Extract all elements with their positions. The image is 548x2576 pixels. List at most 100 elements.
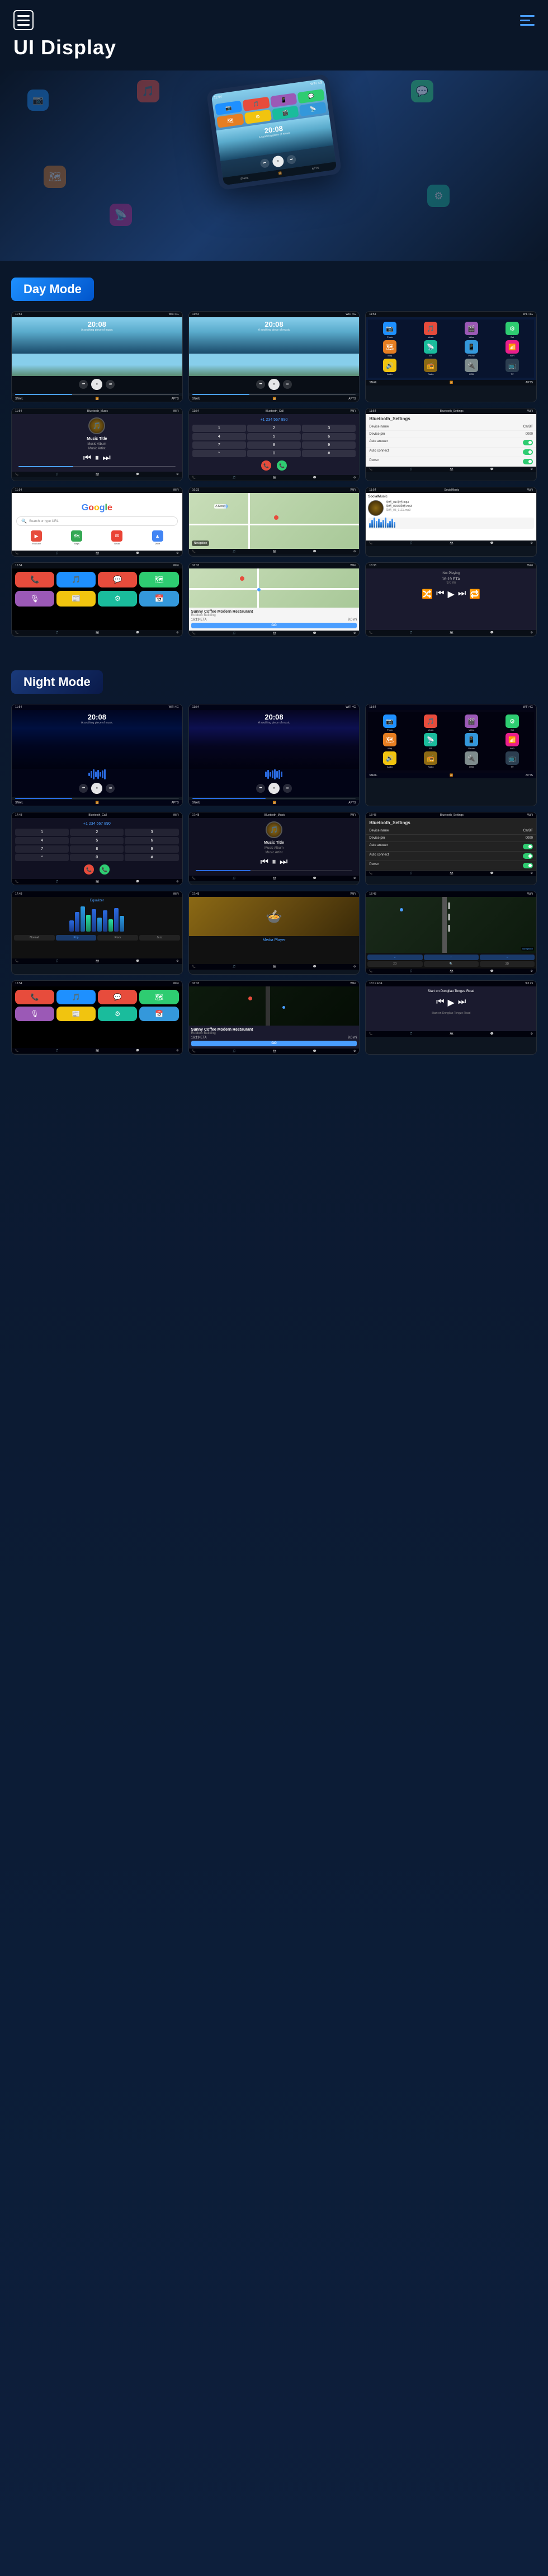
day-play-1[interactable]: ⏸ [91, 379, 102, 390]
night-cp-messages[interactable]: 💬 [98, 990, 137, 1004]
np-play[interactable]: ▶ [448, 589, 455, 600]
dial-8[interactable]: 8 [247, 441, 301, 449]
night-dial-hash[interactable]: # [125, 854, 178, 861]
night-end-call[interactable]: 📞 [84, 864, 94, 875]
cp-maps[interactable]: 🗺 [139, 572, 178, 587]
next-btn[interactable]: ⏭ [286, 154, 296, 164]
night-np-next[interactable]: ⏭ [458, 997, 466, 1008]
night-cp-maps[interactable]: 🗺 [139, 990, 178, 1004]
bt-play[interactable]: ⏸ [95, 453, 99, 463]
night-cp-phone[interactable]: 📞 [15, 990, 54, 1004]
google-app-youtube[interactable]: ▶YouTube [17, 530, 55, 545]
day-prev-1[interactable]: ⏮ [79, 380, 88, 389]
night-cp-news[interactable]: 📰 [56, 1007, 96, 1021]
night-dial-6[interactable]: 6 [125, 837, 178, 844]
night-cp-podcast[interactable]: 🎙 [15, 1007, 54, 1021]
bt-prev[interactable]: ⏮ [83, 453, 91, 463]
night-cp-music[interactable]: 🎵 [56, 990, 96, 1004]
night-prev-2[interactable]: ⏮ [256, 784, 265, 793]
cp-calendar[interactable]: 📅 [139, 591, 178, 607]
google-app-maps[interactable]: 🗺Maps [58, 530, 96, 545]
google-app-gmail[interactable]: ✉Gmail [98, 530, 136, 545]
night-cp-settings[interactable]: ⚙ [98, 1007, 137, 1021]
night-answer[interactable]: 📞 [100, 864, 110, 875]
dial-4[interactable]: 4 [192, 433, 246, 440]
auto-connect-toggle[interactable] [523, 449, 533, 455]
nav-lines-icon[interactable] [520, 15, 535, 26]
night-dial-3[interactable]: 3 [125, 829, 178, 836]
night-bt-prev[interactable]: ⏮ [261, 857, 268, 867]
night-np-play[interactable]: ▶ [448, 997, 455, 1008]
night-dial-7[interactable]: 7 [15, 845, 69, 853]
dial-6[interactable]: 6 [302, 433, 356, 440]
night-next-2[interactable]: ⏭ [283, 784, 292, 793]
google-app-drive[interactable]: ▲Drive [138, 530, 176, 545]
night-next-1[interactable]: ⏭ [106, 784, 115, 793]
end-call-btn[interactable]: 📞 [261, 460, 271, 471]
eq-preset-4[interactable]: Jazz [139, 935, 180, 941]
night-dial-1[interactable]: 1 [15, 829, 69, 836]
night-go-btn[interactable]: GO [191, 1041, 357, 1046]
night-bt-next[interactable]: ⏭ [280, 857, 287, 867]
night-play-2[interactable]: ⏸ [268, 783, 280, 794]
play-btn[interactable]: ⏸ [272, 155, 285, 168]
np-next[interactable]: ⏭ [458, 589, 466, 600]
cp-podcast[interactable]: 🎙 [15, 591, 54, 607]
prev-btn[interactable]: ⏮ [260, 158, 270, 168]
power-toggle[interactable] [523, 459, 533, 464]
dial-2[interactable]: 2 [247, 425, 301, 432]
night-bt-play[interactable]: ⏸ [272, 857, 276, 867]
night-dial-9[interactable]: 9 [125, 845, 178, 853]
np-prev[interactable]: ⏮ [436, 589, 444, 600]
cp-messages[interactable]: 💬 [98, 572, 137, 587]
day-next-1[interactable]: ⏭ [106, 380, 115, 389]
night-dial-0[interactable]: 0 [70, 854, 124, 861]
day-next-2[interactable]: ⏭ [283, 380, 292, 389]
eq-preset-3[interactable]: Rock [97, 935, 138, 941]
eq-preset-1[interactable]: Normal [14, 935, 55, 941]
map-nav-1[interactable]: ← [367, 955, 422, 960]
map-nav-4[interactable]: 2D [367, 961, 422, 967]
cp-music[interactable]: 🎵 [56, 572, 96, 587]
day-prev-2[interactable]: ⏮ [256, 380, 265, 389]
answer-btn[interactable]: 📞 [277, 460, 287, 471]
dial-9[interactable]: 9 [302, 441, 356, 449]
dial-3[interactable]: 3 [302, 425, 356, 432]
night-prev-1[interactable]: ⏮ [79, 784, 88, 793]
dial-7[interactable]: 7 [192, 441, 246, 449]
auto-answer-toggle[interactable] [523, 440, 533, 445]
dial-star[interactable]: * [192, 450, 246, 457]
np-shuffle[interactable]: 🔀 [422, 589, 433, 600]
np-repeat[interactable]: 🔁 [469, 589, 480, 600]
map-nav-5[interactable]: 🔍 [424, 961, 479, 967]
cp-phone[interactable]: 📞 [15, 572, 54, 587]
map-nav-2[interactable]: ↑ [424, 955, 479, 960]
map-nav-3[interactable]: → [480, 955, 535, 960]
social-play[interactable]: ⏸ [450, 530, 452, 537]
dial-hash[interactable]: # [302, 450, 356, 457]
dial-5[interactable]: 5 [247, 433, 301, 440]
night-auto-answer-toggle[interactable] [523, 844, 533, 849]
social-next[interactable]: ⏭ [457, 530, 462, 537]
dial-1[interactable]: 1 [192, 425, 246, 432]
night-auto-connect-toggle[interactable] [523, 853, 533, 859]
night-dial-8[interactable]: 8 [70, 845, 124, 853]
night-dial-star[interactable]: * [15, 854, 69, 861]
google-search-bar[interactable]: 🔍 Search or type URL [16, 516, 178, 526]
map-nav-6[interactable]: 3D [480, 961, 535, 967]
night-power-toggle[interactable] [523, 863, 533, 868]
cp-settings[interactable]: ⚙ [98, 591, 137, 607]
night-dial-5[interactable]: 5 [70, 837, 124, 844]
go-btn[interactable]: GO [191, 623, 357, 628]
menu-icon[interactable] [13, 10, 34, 30]
night-play-1[interactable]: ⏸ [91, 783, 102, 794]
night-dial-2[interactable]: 2 [70, 829, 124, 836]
night-dial-4[interactable]: 4 [15, 837, 69, 844]
night-cp-calendar[interactable]: 📅 [139, 1007, 178, 1021]
bt-next[interactable]: ⏭ [102, 453, 110, 463]
cp-news[interactable]: 📰 [56, 591, 96, 607]
dial-0[interactable]: 0 [247, 450, 301, 457]
eq-preset-2[interactable]: Pop [56, 935, 97, 941]
social-shuffle[interactable]: ⏮ [440, 530, 445, 537]
night-np-prev[interactable]: ⏮ [436, 997, 444, 1008]
